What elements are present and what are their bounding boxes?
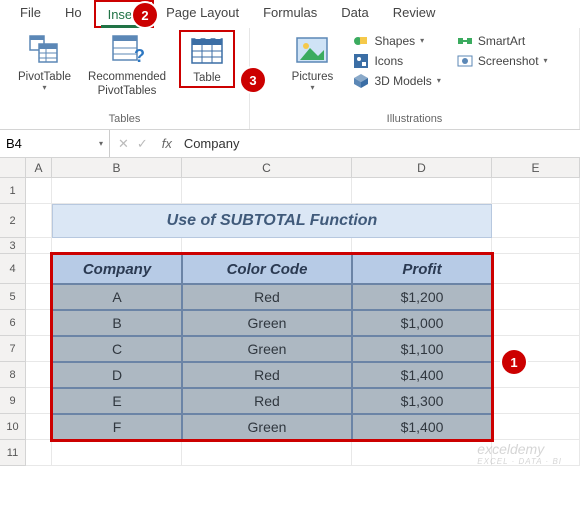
chevron-down-icon: ▾: [544, 56, 548, 65]
table-row[interactable]: $1,000: [352, 310, 492, 336]
3d-models-label: 3D Models: [374, 74, 431, 88]
screenshot-label: Screenshot: [478, 54, 539, 68]
callout-1: 1: [502, 350, 526, 374]
table-row[interactable]: F: [52, 414, 182, 440]
callout-2: 2: [133, 3, 157, 27]
pictures-icon: [294, 32, 330, 68]
callout-3: 3: [241, 68, 265, 92]
menu-formulas[interactable]: Formulas: [251, 0, 329, 28]
table-header-profit[interactable]: Profit: [352, 254, 492, 284]
cancel-icon[interactable]: ✕: [118, 136, 129, 152]
menu-file[interactable]: File: [8, 0, 53, 28]
smartart-icon: [457, 33, 473, 49]
row-header[interactable]: 7: [0, 336, 26, 362]
shapes-icon: [353, 33, 369, 49]
table-row[interactable]: $1,300: [352, 388, 492, 414]
pictures-button[interactable]: Pictures ▾: [284, 30, 340, 94]
col-header-B[interactable]: B: [52, 158, 182, 177]
chevron-down-icon: ▾: [310, 83, 314, 92]
tables-group-label: Tables: [6, 111, 243, 129]
row-header[interactable]: 2: [0, 204, 26, 238]
formula-bar-row: B4 ▾ ✕ ✓ fx Company: [0, 130, 580, 158]
row-header[interactable]: 6: [0, 310, 26, 336]
chevron-down-icon: ▾: [42, 83, 46, 92]
cube-icon: [353, 73, 369, 89]
enter-icon[interactable]: ✓: [137, 136, 148, 152]
chevron-down-icon: ▾: [420, 36, 424, 45]
table-row[interactable]: Red: [182, 388, 352, 414]
recommended-pivot-icon: ?: [109, 32, 145, 68]
table-row[interactable]: Green: [182, 414, 352, 440]
menu-page-layout[interactable]: Page Layout: [154, 0, 251, 28]
screenshot-button[interactable]: Screenshot ▾: [454, 52, 551, 70]
col-header-E[interactable]: E: [492, 158, 580, 177]
svg-text:?: ?: [134, 46, 145, 66]
worksheet[interactable]: A B C D E 1 2 Use of SUBTOTAL Function 3…: [0, 158, 580, 466]
name-box[interactable]: B4 ▾: [0, 130, 110, 157]
pivottable-button[interactable]: PivotTable ▾: [14, 30, 75, 94]
pivottable-icon: [27, 32, 63, 68]
table-row[interactable]: D: [52, 362, 182, 388]
ribbon-group-illustrations: Pictures ▾ Shapes ▾ Icons 3D Models ▾: [250, 28, 580, 129]
table-button[interactable]: Table: [179, 30, 235, 88]
pivottable-label: PivotTable: [18, 70, 71, 84]
table-header-company[interactable]: Company: [52, 254, 182, 284]
smartart-label: SmartArt: [478, 34, 525, 48]
table-row[interactable]: $1,400: [352, 362, 492, 388]
icons-icon: [353, 53, 369, 69]
menu-home[interactable]: Ho: [53, 0, 94, 28]
table-row[interactable]: $1,400: [352, 414, 492, 440]
menu-bar: File Ho Insert Page Layout Formulas Data…: [0, 0, 580, 28]
row-header[interactable]: 1: [0, 178, 26, 204]
ribbon-group-tables: PivotTable ▾ ? Recommended PivotTables T…: [0, 28, 250, 129]
table-row[interactable]: $1,100: [352, 336, 492, 362]
formula-bar[interactable]: Company: [178, 136, 580, 151]
row-header[interactable]: 3: [0, 238, 26, 254]
illustrations-group-label: Illustrations: [256, 111, 573, 129]
col-header-A[interactable]: A: [26, 158, 52, 177]
chevron-down-icon: ▾: [437, 76, 441, 85]
shapes-label: Shapes: [374, 34, 415, 48]
name-box-value: B4: [6, 136, 22, 151]
recommended-pivot-label: Recommended PivotTables: [88, 70, 166, 99]
ribbon: PivotTable ▾ ? Recommended PivotTables T…: [0, 28, 580, 130]
smartart-button[interactable]: SmartArt: [454, 32, 551, 50]
col-header-D[interactable]: D: [352, 158, 492, 177]
row-header[interactable]: 4: [0, 254, 26, 284]
table-row[interactable]: Red: [182, 284, 352, 310]
chevron-down-icon: ▾: [99, 139, 103, 148]
select-all-corner[interactable]: [0, 158, 26, 178]
shapes-button[interactable]: Shapes ▾: [350, 32, 443, 50]
screenshot-icon: [457, 53, 473, 69]
row-header[interactable]: 5: [0, 284, 26, 310]
table-icon: [189, 33, 225, 69]
icons-label: Icons: [374, 54, 403, 68]
fx-icon[interactable]: fx: [156, 136, 178, 151]
table-row[interactable]: B: [52, 310, 182, 336]
table-row[interactable]: E: [52, 388, 182, 414]
title-cell[interactable]: Use of SUBTOTAL Function: [52, 204, 492, 238]
table-row[interactable]: C: [52, 336, 182, 362]
table-row[interactable]: Red: [182, 362, 352, 388]
menu-review[interactable]: Review: [381, 0, 448, 28]
table-header-color[interactable]: Color Code: [182, 254, 352, 284]
table-row[interactable]: Green: [182, 310, 352, 336]
menu-data[interactable]: Data: [329, 0, 380, 28]
row-header[interactable]: 8: [0, 362, 26, 388]
row-header[interactable]: 9: [0, 388, 26, 414]
row-header[interactable]: 11: [0, 440, 26, 466]
table-row[interactable]: $1,200: [352, 284, 492, 310]
table-label: Table: [193, 71, 221, 85]
pictures-label: Pictures: [292, 70, 334, 84]
recommended-pivot-button[interactable]: ? Recommended PivotTables: [77, 30, 177, 101]
row-header[interactable]: 10: [0, 414, 26, 440]
col-header-C[interactable]: C: [182, 158, 352, 177]
table-row[interactable]: Green: [182, 336, 352, 362]
icons-button[interactable]: Icons: [350, 52, 443, 70]
table-row[interactable]: A: [52, 284, 182, 310]
fx-buttons: ✕ ✓: [110, 136, 156, 152]
3d-models-button[interactable]: 3D Models ▾: [350, 72, 443, 90]
